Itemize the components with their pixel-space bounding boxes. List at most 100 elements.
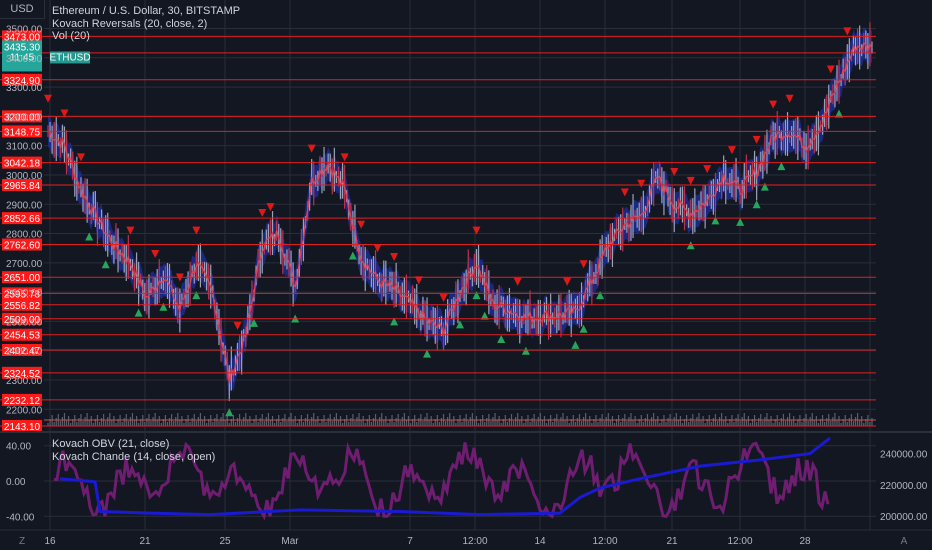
volume-bar [146,418,148,426]
volume-bar [848,418,850,426]
level-label: 2556.82 [4,301,41,312]
volume-bar [824,422,826,426]
price-tick: 3500.00 [6,25,43,36]
volume-bar [220,417,222,426]
time-tick: 14 [534,536,546,547]
volume-bar [762,421,764,426]
price-tick: 3000.00 [6,171,43,182]
volume-bar [379,417,381,426]
volume-bar [809,417,811,426]
volume-bar [263,421,265,426]
volume-bar [360,420,362,426]
volume-bar [393,422,395,426]
volume-bar [78,418,80,426]
volume-bar [407,416,410,426]
lower-left-tick: 40.00 [6,442,31,453]
lower-right-tick: 220000.00 [880,481,928,492]
volume-bar [327,418,329,426]
volume-bar [745,420,747,426]
time-tick: Mar [281,536,299,547]
volume-bar [778,422,780,426]
volume-legend[interactable]: Vol (20) [52,30,90,43]
volume-bar [657,416,659,426]
volume-bar [484,422,486,426]
volume-bar [644,418,646,426]
volume-bar [288,417,290,426]
volume-bar [603,421,605,426]
volume-bar [832,417,834,426]
volume-bar [179,420,181,426]
volume-bar [574,422,576,426]
volume-bar [249,416,251,426]
volume-bar [280,422,282,426]
volume-bar [144,422,146,426]
chart-canvas[interactable]: 3473.003416.793324.903200.003148.753042.… [0,0,932,550]
volume-bar [605,417,607,426]
volume-bar [611,416,614,426]
volume-bar [473,420,476,426]
volume-bar [506,422,508,426]
volume-bar [156,420,158,426]
volume-bar [852,421,855,426]
volume-bar [859,420,861,426]
volume-bar [665,422,667,426]
volume-bar [599,418,601,426]
volume-bar [739,421,741,426]
volume-bar [339,416,342,426]
volume-bar [286,421,288,426]
lower-left-tick: 0.00 [6,477,26,488]
volume-bar [467,421,469,426]
price-tick: 2800.00 [6,230,43,241]
volume-bar [770,416,772,426]
volume-bar [214,418,216,426]
lower-right-tick: 240000.00 [880,450,928,461]
volume-bar [416,422,418,426]
volume-bar [133,420,136,426]
volume-bar [764,417,766,426]
volume-bar [768,420,770,426]
volume-bar [311,417,313,426]
level-label: 2651.00 [4,273,41,284]
lower-left-tick: -40.00 [6,512,35,523]
volume-bar [372,418,375,426]
volume-bar [234,422,237,426]
volume-bar [100,418,103,426]
symbol-legend[interactable]: Ethereum / U.S. Dollar, 30, BITSTAMP [52,5,240,18]
volume-bar [566,416,568,426]
volume-bar [331,421,333,426]
volume-bar [747,416,749,426]
time-tick: 12:00 [592,536,617,547]
volume-bar [793,416,795,426]
volume-bar [560,417,562,426]
volume-bar [679,416,682,426]
volume-bar [181,416,183,426]
volume-bar [690,418,692,426]
volume-bar [702,416,704,426]
volume-bar [597,422,599,426]
volume-bar [76,422,78,426]
volume-bar [846,422,848,426]
volume-bar [247,420,249,426]
volume-bar [535,421,537,426]
volume-bar [609,420,611,426]
time-tick: 25 [219,536,231,547]
zoom-corner-button: Z [19,536,25,547]
volume-bar [786,417,789,426]
obv-legend[interactable]: Kovach OBV (21, close) [52,438,169,451]
volume-bar [395,418,397,426]
volume-bar [269,420,272,426]
volume-bar [212,422,214,426]
volume-bar [259,418,261,426]
volume-bar [65,420,68,426]
volume-bar [189,422,191,426]
currency-label: USD [10,3,34,15]
chande-legend[interactable]: Kovach Chande (14, close, open) [52,451,215,464]
volume-bar [688,422,690,426]
volume-bar [88,420,90,426]
volume-bar [175,417,177,426]
volume-bar [650,417,653,426]
volume-bar [758,418,760,426]
volume-bar [123,418,125,426]
volume-bar [725,416,727,426]
volume-bar [424,417,426,426]
